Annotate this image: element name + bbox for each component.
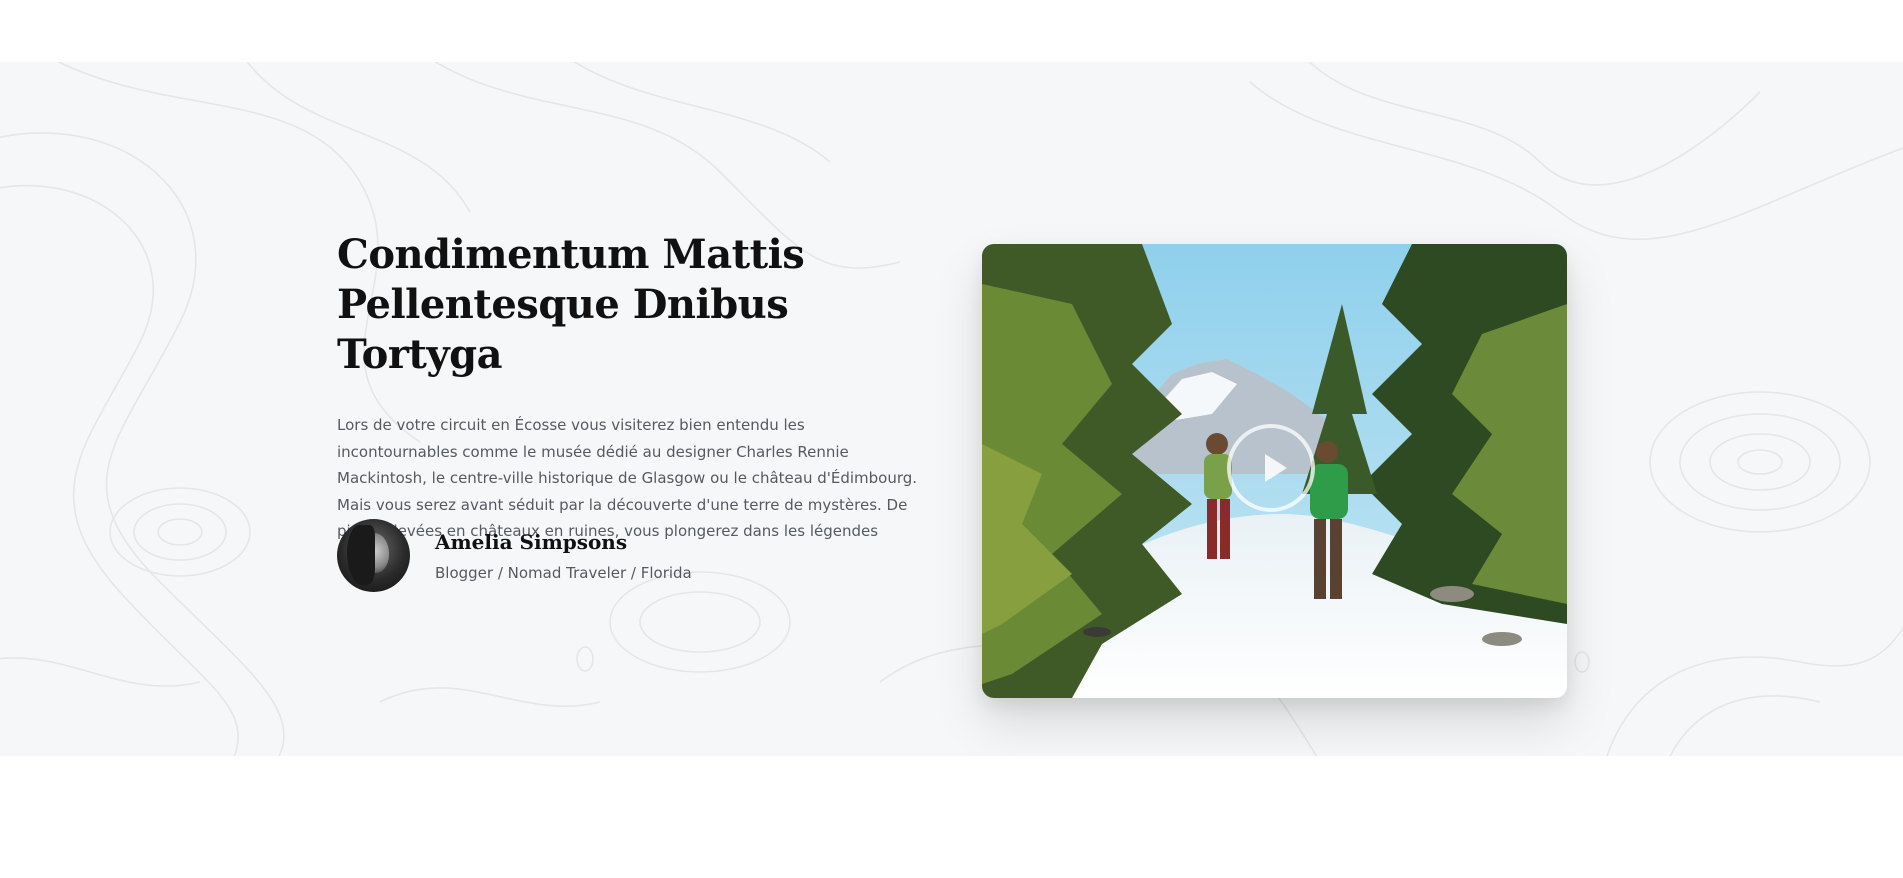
feature-title-line2: Pellentesque Dnibus Tortyga [337, 281, 789, 378]
play-icon [1265, 454, 1287, 482]
video-thumbnail[interactable] [982, 244, 1567, 698]
author-info: Amelia Simpsons Blogger / Nomad Traveler… [435, 528, 692, 584]
author-block: Amelia Simpsons Blogger / Nomad Traveler… [337, 519, 692, 592]
author-name: Amelia Simpsons [435, 529, 628, 554]
author-role: Blogger / Nomad Traveler / Florida [435, 563, 692, 582]
play-button[interactable] [1227, 424, 1315, 512]
feature-title-line1: Condimentum Mattis [337, 231, 805, 278]
feature-title: Condimentum Mattis Pellentesque Dnibus T… [337, 230, 897, 380]
avatar [337, 519, 410, 592]
feature-text: Condimentum Mattis Pellentesque Dnibus T… [337, 230, 927, 545]
feature-section: Condimentum Mattis Pellentesque Dnibus T… [0, 62, 1903, 756]
topographic-background [0, 62, 1903, 756]
